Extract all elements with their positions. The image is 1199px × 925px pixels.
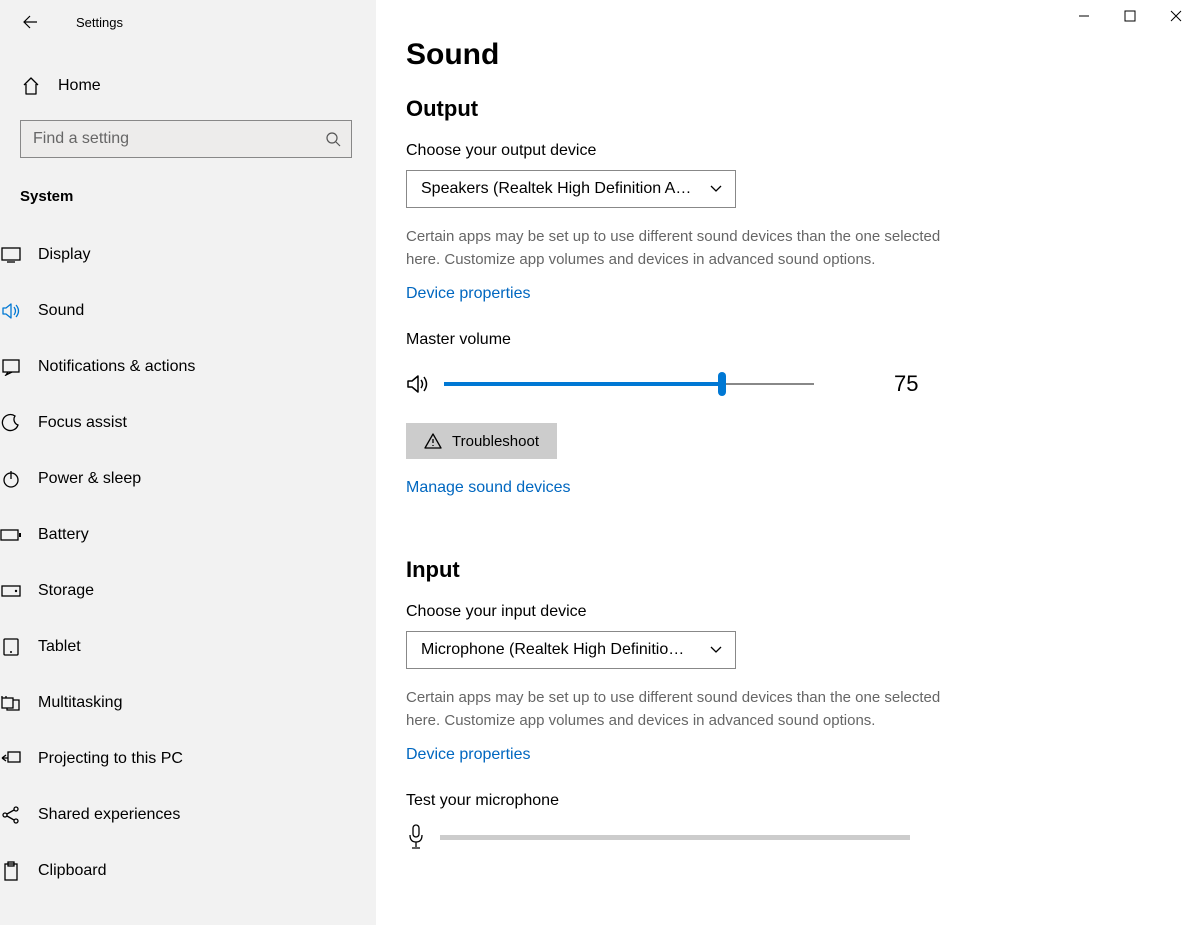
sidebar-body: Home System — [0, 44, 376, 227]
master-volume-slider[interactable] — [444, 372, 814, 396]
input-device-dropdown[interactable]: Microphone (Realtek High Definitio… — [406, 631, 736, 669]
master-volume-label: Master volume — [406, 331, 1169, 349]
storage-icon — [0, 585, 22, 597]
warning-icon — [424, 433, 442, 449]
sidebar-category: System — [20, 188, 356, 205]
input-device-label: Choose your input device — [406, 603, 1169, 621]
power-icon — [0, 470, 22, 488]
master-volume-value: 75 — [894, 371, 918, 397]
sidebar-item-label: Clipboard — [38, 862, 106, 880]
projecting-icon — [0, 751, 22, 767]
troubleshoot-label: Troubleshoot — [452, 433, 539, 450]
sidebar-item-label: Battery — [38, 526, 89, 544]
mic-level-bar — [440, 835, 910, 840]
sidebar-item-label: Power & sleep — [38, 470, 141, 488]
output-device-dropdown[interactable]: Speakers (Realtek High Definition A… — [406, 170, 736, 208]
sidebar-item-clipboard[interactable]: Clipboard — [0, 843, 396, 899]
back-arrow-icon — [22, 14, 38, 30]
input-device-properties-link[interactable]: Device properties — [406, 746, 531, 764]
sidebar-item-multitasking[interactable]: Multitasking — [0, 675, 396, 731]
sidebar-item-tablet[interactable]: Tablet — [0, 619, 396, 675]
maximize-button[interactable] — [1107, 0, 1153, 32]
sidebar-nav: Display Sound Notifications & actions Fo… — [0, 227, 396, 899]
output-description: Certain apps may be set up to use differ… — [406, 226, 946, 271]
input-heading: Input — [406, 557, 1169, 583]
maximize-icon — [1124, 10, 1136, 22]
back-button[interactable] — [10, 2, 50, 42]
search-input[interactable] — [21, 121, 351, 157]
sidebar-item-label: Shared experiences — [38, 806, 180, 824]
window-title: Settings — [76, 15, 123, 30]
output-device-value: Speakers (Realtek High Definition A… — [421, 180, 695, 198]
tablet-icon — [0, 638, 22, 656]
slider-thumb[interactable] — [718, 372, 726, 396]
notifications-icon — [0, 358, 22, 376]
sidebar-item-storage[interactable]: Storage — [0, 563, 396, 619]
input-description: Certain apps may be set up to use differ… — [406, 687, 946, 732]
sidebar-item-power-sleep[interactable]: Power & sleep — [0, 451, 396, 507]
focus-assist-icon — [0, 413, 22, 433]
minimize-icon — [1078, 10, 1090, 22]
close-button[interactable] — [1153, 0, 1199, 32]
mic-test-row — [406, 824, 1169, 850]
sidebar-item-focus-assist[interactable]: Focus assist — [0, 395, 396, 451]
minimize-button[interactable] — [1061, 0, 1107, 32]
sidebar: Settings Home System Display Sound No — [0, 0, 376, 925]
page-title: Sound — [406, 38, 1169, 72]
sidebar-item-label: Tablet — [38, 638, 81, 656]
manage-sound-devices-link[interactable]: Manage sound devices — [406, 479, 571, 497]
sidebar-item-shared-experiences[interactable]: Shared experiences — [0, 787, 396, 843]
sidebar-item-label: Notifications & actions — [38, 358, 195, 376]
titlebar: Settings — [0, 0, 376, 44]
troubleshoot-button[interactable]: Troubleshoot — [406, 423, 557, 459]
home-icon — [20, 76, 42, 96]
sound-icon — [0, 302, 22, 320]
chevron-down-icon — [709, 184, 723, 194]
close-icon — [1170, 10, 1182, 22]
output-heading: Output — [406, 96, 1169, 122]
slider-fill — [444, 382, 722, 386]
window-controls — [1061, 0, 1199, 32]
sidebar-item-display[interactable]: Display — [0, 227, 396, 283]
sidebar-item-battery[interactable]: Battery — [0, 507, 396, 563]
sidebar-item-label: Projecting to this PC — [38, 750, 183, 768]
search-icon — [325, 131, 341, 147]
sidebar-item-label: Storage — [38, 582, 94, 600]
content: Sound Output Choose your output device S… — [376, 0, 1199, 925]
sidebar-item-label: Display — [38, 246, 90, 264]
microphone-icon — [406, 824, 426, 850]
output-device-properties-link[interactable]: Device properties — [406, 285, 531, 303]
sidebar-item-label: Focus assist — [38, 414, 127, 432]
content-body: Sound Output Choose your output device S… — [376, 0, 1199, 925]
display-icon — [0, 247, 22, 263]
sidebar-item-label: Multitasking — [38, 694, 122, 712]
sidebar-item-sound[interactable]: Sound — [0, 283, 396, 339]
battery-icon — [0, 529, 22, 541]
shared-icon — [0, 805, 22, 825]
master-volume-row: 75 — [406, 371, 1169, 397]
output-device-label: Choose your output device — [406, 142, 1169, 160]
test-mic-label: Test your microphone — [406, 792, 1169, 810]
search-box[interactable] — [20, 120, 352, 158]
sidebar-item-label: Sound — [38, 302, 84, 320]
clipboard-icon — [0, 861, 22, 881]
sidebar-home-label: Home — [58, 77, 101, 95]
sidebar-home[interactable]: Home — [20, 64, 356, 108]
speaker-icon[interactable] — [406, 373, 432, 395]
input-device-value: Microphone (Realtek High Definitio… — [421, 641, 695, 659]
sidebar-item-projecting[interactable]: Projecting to this PC — [0, 731, 396, 787]
multitasking-icon — [0, 695, 22, 711]
chevron-down-icon — [709, 645, 723, 655]
sidebar-item-notifications[interactable]: Notifications & actions — [0, 339, 396, 395]
